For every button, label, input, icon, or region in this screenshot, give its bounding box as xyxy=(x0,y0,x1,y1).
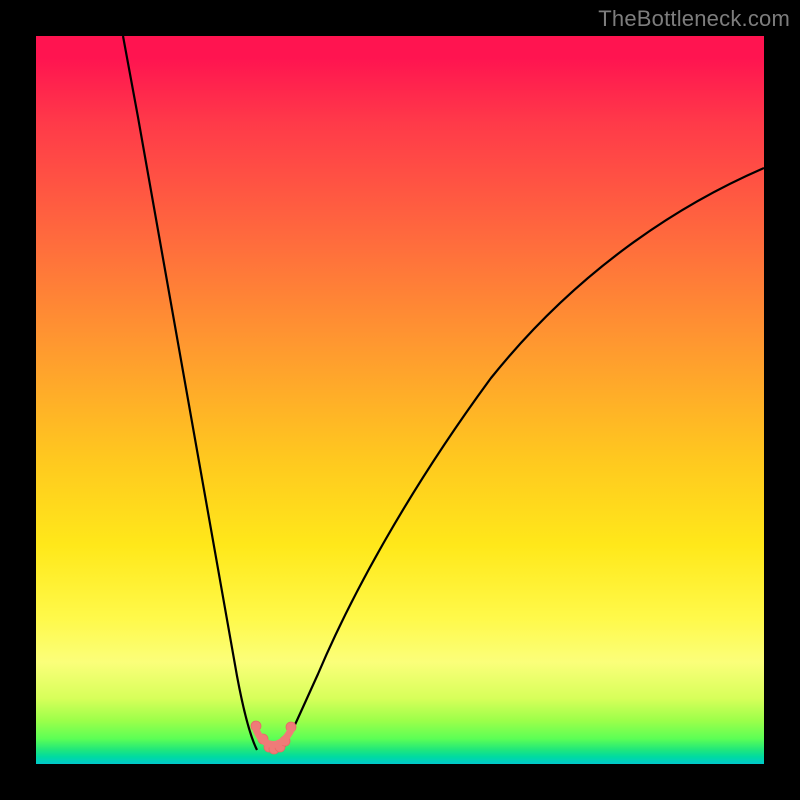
chart-stage: TheBottleneck.com xyxy=(0,0,800,800)
plot-area xyxy=(36,36,764,764)
curve-right-branch xyxy=(282,168,764,750)
bottleneck-curve xyxy=(36,36,764,764)
watermark-text: TheBottleneck.com xyxy=(598,6,790,32)
curve-left-branch xyxy=(123,36,257,750)
